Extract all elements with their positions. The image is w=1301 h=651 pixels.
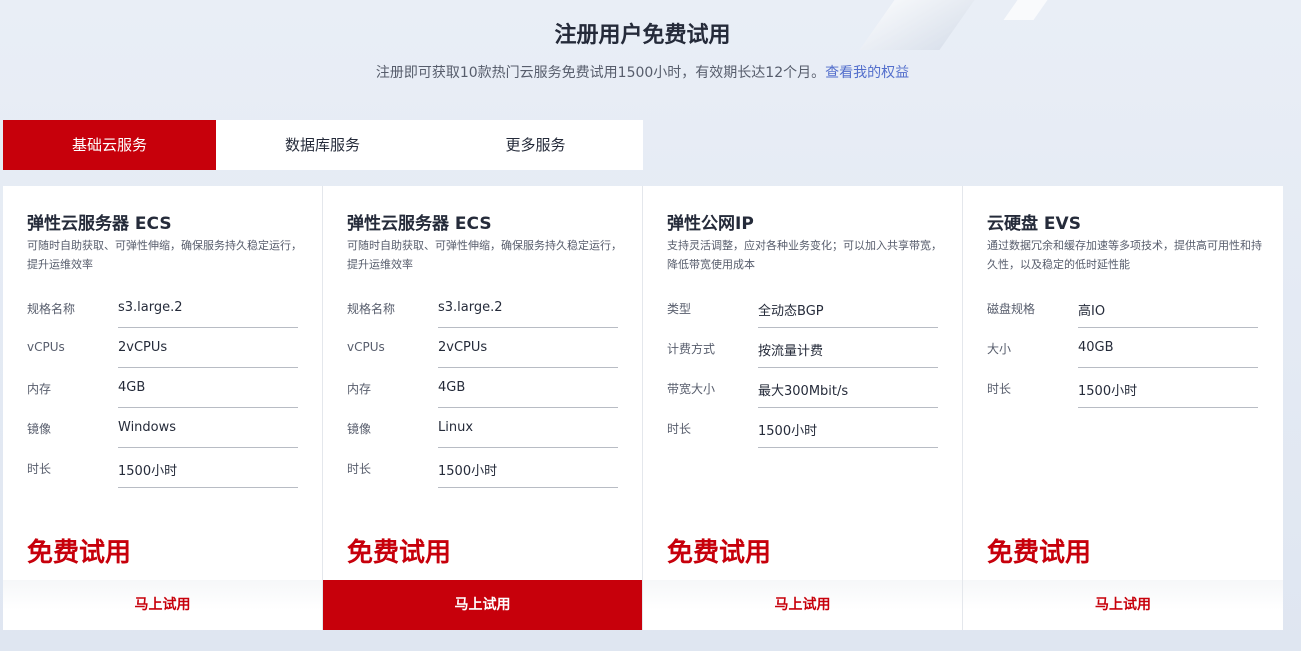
view-benefits-link[interactable]: 查看我的权益 <box>825 65 909 81</box>
try-now-button[interactable]: 马上试用 <box>963 580 1283 630</box>
spec-list: 规格名称 s3.large.2 vCPUs 2vCPUs 内存 4GB 镜像 Windo… <box>27 288 299 488</box>
spec-value: 按流量计费 <box>758 328 938 368</box>
spec-value: 1500小时 <box>118 448 298 488</box>
spec-value: 40GB <box>1078 328 1258 368</box>
product-card-ecs-linux: 弹性云服务器 ECS 可随时自助获取、可弹性伸缩，确保服务持久稳定运行，提升运维… <box>323 186 643 630</box>
spec-row: 镜像 Windows <box>27 408 299 448</box>
product-card-eip: 弹性公网IP 支持灵活调整，应对各种业务变化；可以加入共享带宽，降低带宽使用成本… <box>643 186 963 630</box>
product-card-ecs-windows: 弹性云服务器 ECS 可随时自助获取、可弹性伸缩，确保服务持久稳定运行，提升运维… <box>3 186 323 630</box>
spec-value: 全动态BGP <box>758 288 938 328</box>
spec-value: 1500小时 <box>1078 368 1258 408</box>
spec-value: Linux <box>438 408 618 448</box>
page-subtitle: 注册即可获取10款热门云服务免费试用1500小时，有效期长达12个月。查看我的权… <box>0 62 1285 82</box>
spec-row: 内存 4GB <box>27 368 299 408</box>
spec-value: 1500小时 <box>438 448 618 488</box>
spec-label: 规格名称 <box>347 302 396 316</box>
card-title: 弹性云服务器 ECS <box>347 214 492 234</box>
card-description: 通过数据冗余和缓存加速等多项技术，提供高可用性和持久性，以及稳定的低时延性能 <box>987 239 1262 271</box>
product-card-evs: 云硬盘 EVS 通过数据冗余和缓存加速等多项技术，提供高可用性和持久性，以及稳定… <box>963 186 1283 630</box>
spec-label: vCPUs <box>347 340 385 354</box>
card-title: 弹性云服务器 ECS <box>27 214 172 234</box>
spec-row: 大小 40GB <box>987 328 1259 368</box>
tab-basic-cloud[interactable]: 基础云服务 <box>3 120 216 170</box>
card-description: 可随时自助获取、可弹性伸缩，确保服务持久稳定运行，提升运维效率 <box>347 239 622 271</box>
spec-value: 4GB <box>118 368 298 408</box>
spec-row: 规格名称 s3.large.2 <box>27 288 299 328</box>
spec-label: 计费方式 <box>667 342 716 356</box>
spec-value: Windows <box>118 408 298 448</box>
spec-label: 大小 <box>987 342 1012 356</box>
spec-row: 计费方式 按流量计费 <box>667 328 939 368</box>
spec-value: s3.large.2 <box>438 288 618 328</box>
spec-label: vCPUs <box>27 340 65 354</box>
try-now-button[interactable]: 马上试用 <box>643 580 962 630</box>
spec-value: 最大300Mbit/s <box>758 368 938 408</box>
free-trial-label: 免费试用 <box>347 538 452 568</box>
spec-value: 2vCPUs <box>118 328 298 368</box>
free-trial-label: 免费试用 <box>27 538 132 568</box>
spec-label: 磁盘规格 <box>987 302 1036 316</box>
card-description: 可随时自助获取、可弹性伸缩，确保服务持久稳定运行，提升运维效率 <box>27 239 302 271</box>
spec-label: 时长 <box>987 382 1012 396</box>
spec-label: 规格名称 <box>27 302 76 316</box>
card-title: 云硬盘 EVS <box>987 214 1081 234</box>
spec-value: 2vCPUs <box>438 328 618 368</box>
spec-label: 时长 <box>347 462 372 476</box>
product-cards: 弹性云服务器 ECS 可随时自助获取、可弹性伸缩，确保服务持久稳定运行，提升运维… <box>3 186 1283 630</box>
free-trial-label: 免费试用 <box>987 538 1092 568</box>
spec-label: 镜像 <box>27 422 52 436</box>
spec-row: vCPUs 2vCPUs <box>347 328 619 368</box>
spec-list: 类型 全动态BGP 计费方式 按流量计费 带宽大小 最大300Mbit/s 时长 150… <box>667 288 939 448</box>
spec-value: 1500小时 <box>758 408 938 448</box>
free-trial-label: 免费试用 <box>667 538 772 568</box>
spec-label: 镜像 <box>347 422 372 436</box>
spec-row: 磁盘规格 高IO <box>987 288 1259 328</box>
spec-row: 时长 1500小时 <box>27 448 299 488</box>
spec-row: 时长 1500小时 <box>667 408 939 448</box>
card-title: 弹性公网IP <box>667 214 754 234</box>
page-title: 注册用户免费试用 <box>554 23 731 48</box>
spec-label: 时长 <box>667 422 692 436</box>
try-now-button[interactable]: 马上试用 <box>323 580 642 630</box>
spec-label: 类型 <box>667 302 692 316</box>
spec-row: 镜像 Linux <box>347 408 619 448</box>
spec-label: 内存 <box>27 382 52 396</box>
spec-row: 类型 全动态BGP <box>667 288 939 328</box>
try-now-button[interactable]: 马上试用 <box>3 580 322 630</box>
card-description: 支持灵活调整，应对各种业务变化；可以加入共享带宽，降低带宽使用成本 <box>667 239 942 271</box>
spec-list: 规格名称 s3.large.2 vCPUs 2vCPUs 内存 4GB 镜像 Linux… <box>347 288 619 488</box>
spec-row: 时长 1500小时 <box>987 368 1259 408</box>
spec-row: 规格名称 s3.large.2 <box>347 288 619 328</box>
spec-row: 时长 1500小时 <box>347 448 619 488</box>
tab-more-services[interactable]: 更多服务 <box>429 120 642 170</box>
spec-row: 带宽大小 最大300Mbit/s <box>667 368 939 408</box>
spec-value: s3.large.2 <box>118 288 298 328</box>
subtitle-text: 注册即可获取10款热门云服务免费试用1500小时，有效期长达12个月。 <box>375 65 826 81</box>
tab-database[interactable]: 数据库服务 <box>216 120 429 170</box>
service-tabs: 基础云服务 数据库服务 更多服务 <box>3 120 643 170</box>
spec-value: 4GB <box>438 368 618 408</box>
spec-value: 高IO <box>1078 288 1258 328</box>
spec-label: 带宽大小 <box>667 382 716 396</box>
spec-row: vCPUs 2vCPUs <box>27 328 299 368</box>
spec-label: 时长 <box>27 462 52 476</box>
spec-label: 内存 <box>347 382 372 396</box>
spec-row: 内存 4GB <box>347 368 619 408</box>
spec-list: 磁盘规格 高IO 大小 40GB 时长 1500小时 <box>987 288 1259 408</box>
